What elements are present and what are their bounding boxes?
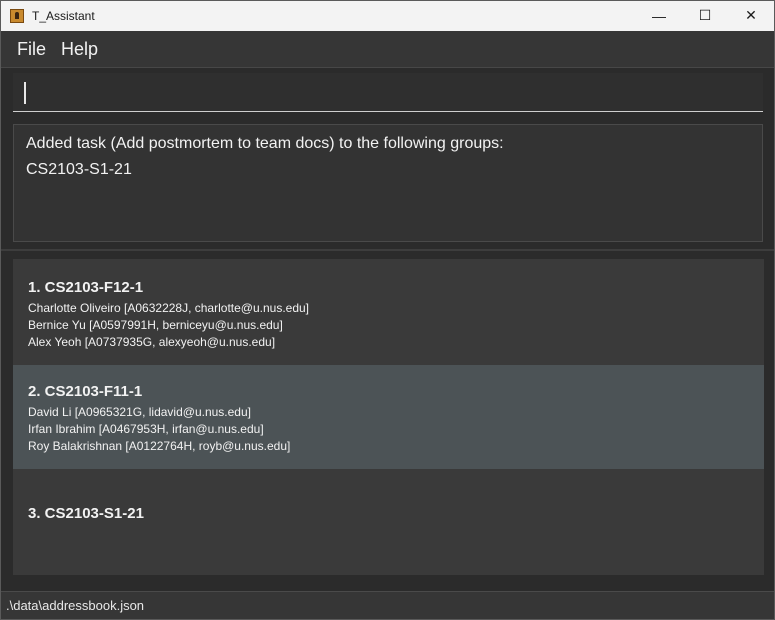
group-member: Charlotte Oliveiro [A0632228J, charlotte… (28, 301, 310, 315)
app-icon (10, 9, 24, 23)
minimize-button[interactable]: — (636, 1, 682, 31)
menu-help[interactable]: Help (61, 39, 98, 60)
group-member: Alex Yeoh [A0737935G, alexyeoh@u.nus.edu… (28, 335, 276, 349)
command-input[interactable] (13, 73, 763, 112)
group-card[interactable]: 3. CS2103-S1-21 (13, 471, 764, 575)
close-button[interactable]: ✕ (728, 0, 774, 30)
group-name: 2. CS2103-F11-1 (28, 383, 143, 400)
window-title: T_Assistant (32, 9, 95, 23)
group-name: 3. CS2103-S1-21 (28, 505, 144, 522)
status-bar: .\data\addressbook.json (1, 591, 774, 619)
group-card-selected[interactable]: 2. CS2103-F11-1 David Li [A0965321G, lid… (13, 365, 764, 469)
data-file-path: .\data\addressbook.json (6, 598, 145, 613)
group-member: Roy Balakrishnan [A0122764H, royb@u.nus.… (28, 439, 291, 453)
text-caret (24, 82, 26, 104)
group-name: 1. CS2103-F12-1 (28, 279, 144, 296)
group-member: Bernice Yu [A0597991H, berniceyu@u.nus.e… (28, 318, 283, 332)
title-bar: T_Assistant — (1, 1, 774, 31)
maximize-button[interactable]: ☐ (682, 0, 728, 30)
panel-divider (1, 249, 774, 251)
menu-file[interactable]: File (17, 39, 46, 60)
result-display: Added task (Add postmortem to team docs)… (13, 124, 763, 242)
group-member: David Li [A0965321G, lidavid@u.nus.edu] (28, 405, 251, 419)
menu-bar: File Help (1, 31, 774, 68)
group-member: Irfan Ibrahim [A0467953H, irfan@u.nus.ed… (28, 422, 264, 436)
group-card[interactable]: 1. CS2103-F12-1 Charlotte Oliveiro [A063… (13, 259, 764, 363)
group-list[interactable]: 1. CS2103-F12-1 Charlotte Oliveiro [A063… (13, 259, 764, 575)
result-message: Added task (Add postmortem to team docs)… (26, 135, 504, 152)
result-group: CS2103-S1-21 (26, 161, 132, 178)
app-window: T_Assistant — File Help Added task (Add … (0, 0, 775, 620)
